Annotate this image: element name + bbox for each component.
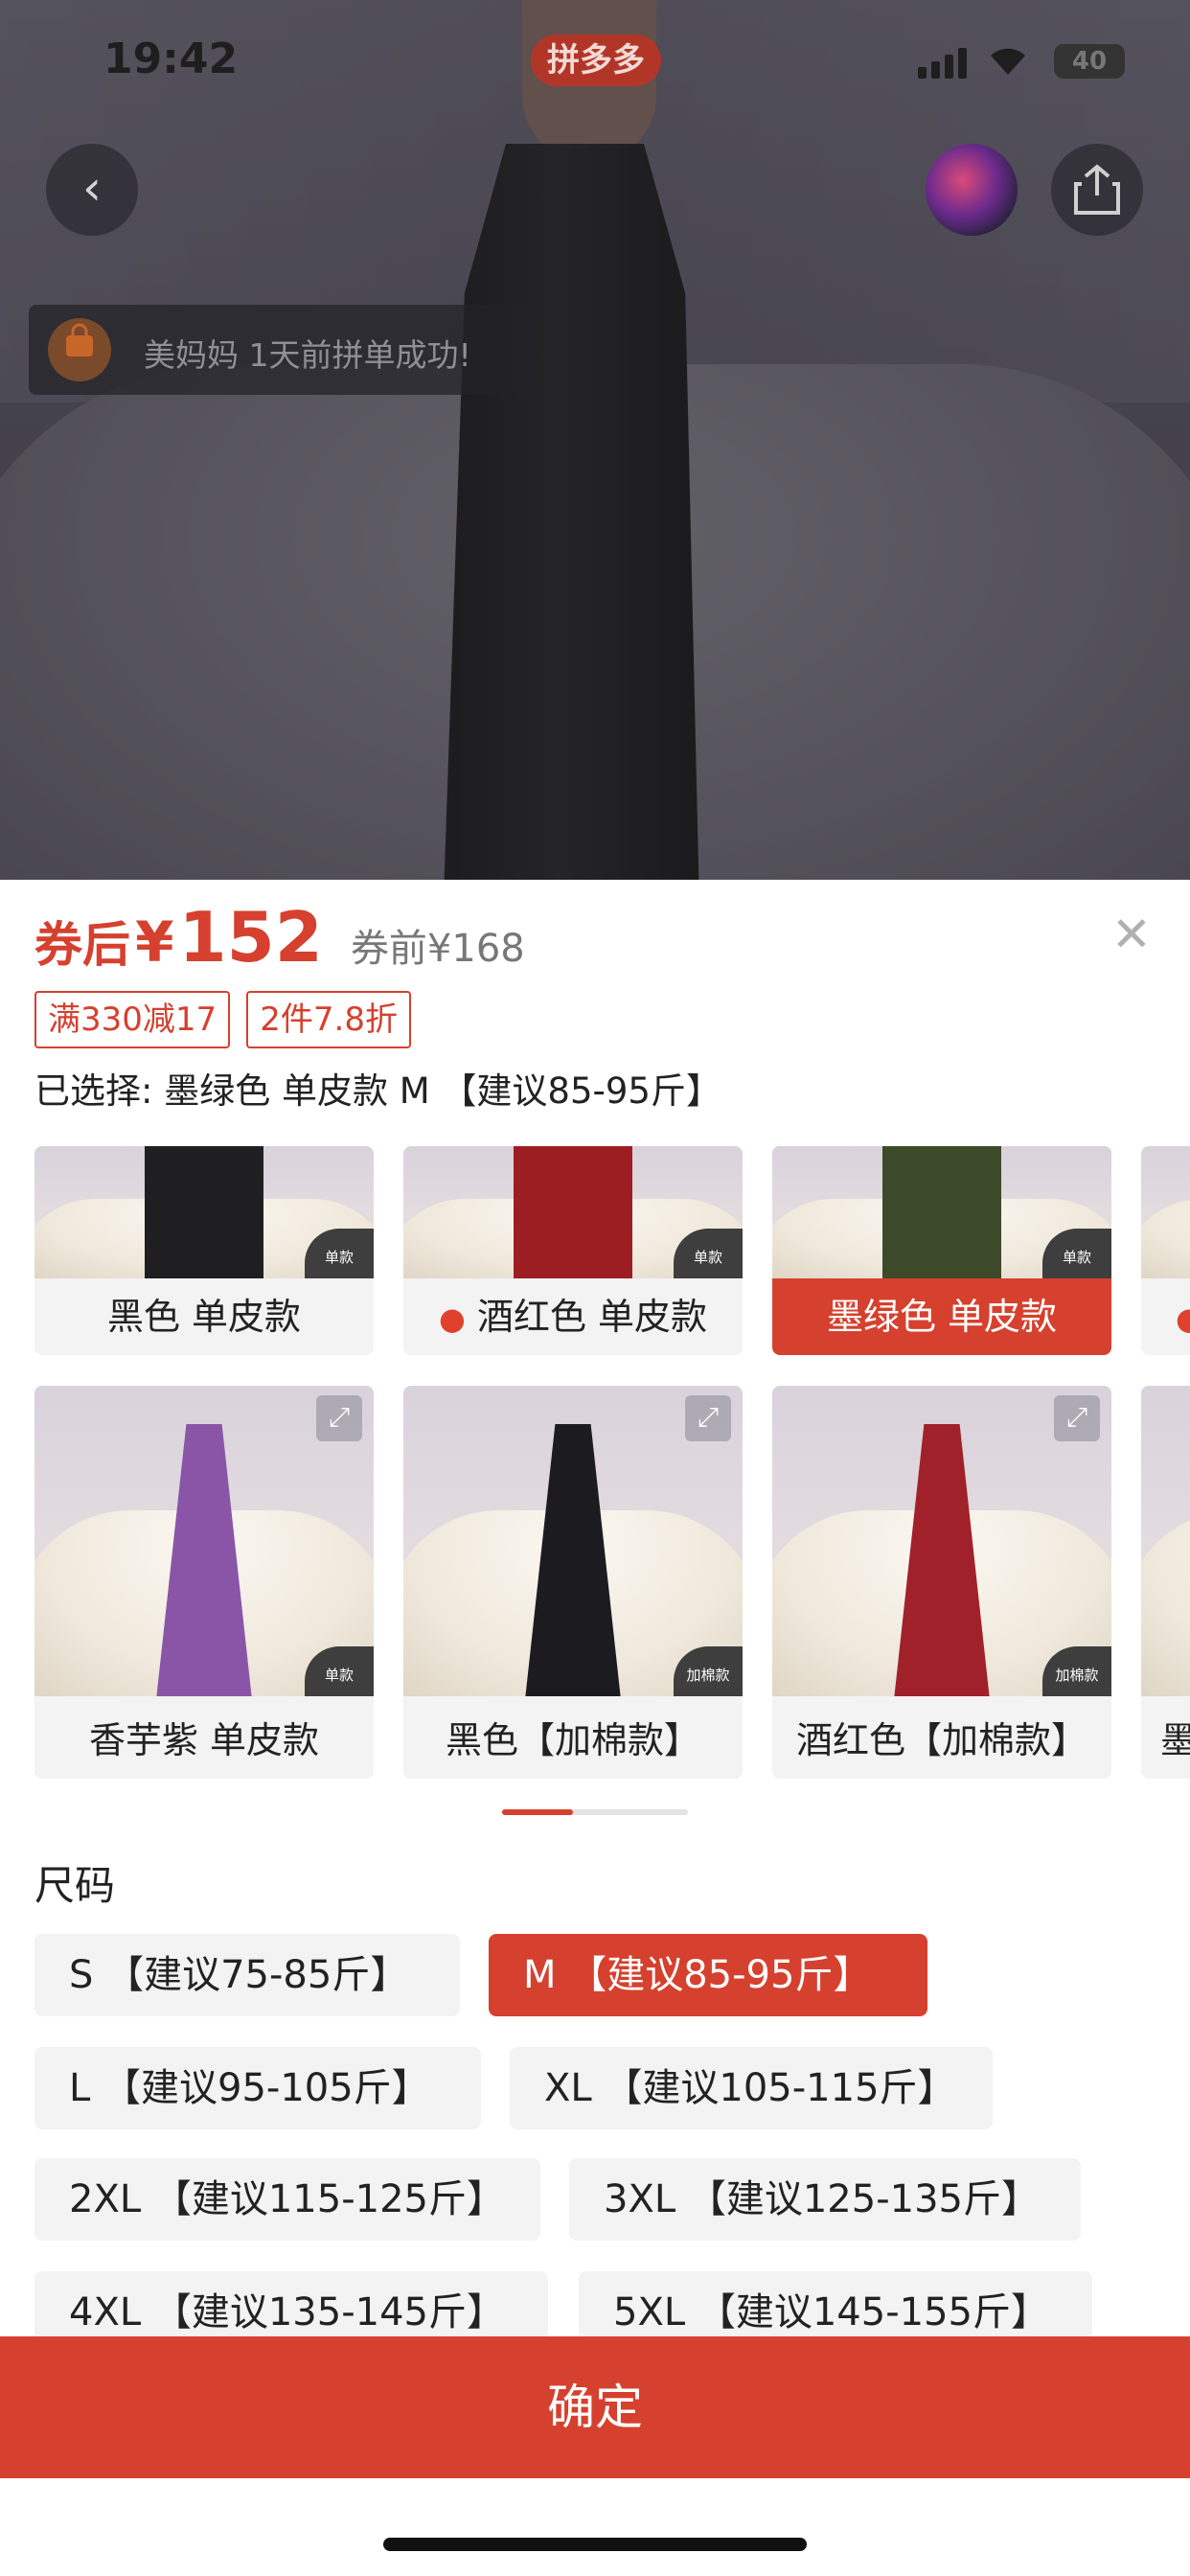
variant-card-partial[interactable]: 墨	[1141, 1386, 1190, 1779]
variant-photo: ⤢ 加棉款	[772, 1386, 1111, 1696]
variant-photo: ⤢ 单款	[34, 1386, 374, 1696]
variant-card-black-single[interactable]: 单款 黑色 单皮款	[34, 1146, 374, 1355]
sku-selector-sheet: 券后 ¥ 152 券前¥168 ✕ 满330减17 2件7.8折 已选择: 墨绿…	[0, 880, 1190, 2576]
before-coupon-price: 券前¥168	[350, 927, 525, 971]
shopping-bag-icon	[48, 318, 111, 381]
promo-tags: 满330减17 2件7.8折	[34, 991, 423, 1048]
variant-card-red-single[interactable]: 单款 ● 酒红色 单皮款	[403, 1146, 743, 1355]
toast-message: 美妈妈 1天前拼单成功!	[144, 336, 471, 374]
size-option-l[interactable]: L 【建议95-105斤】	[34, 2047, 481, 2129]
size-section-title: 尺码	[34, 1862, 116, 1909]
back-button[interactable]: ‹	[46, 144, 138, 236]
variant-label: 酒红色【加棉款】	[795, 1719, 1087, 1761]
variant-label: 墨	[1160, 1719, 1190, 1761]
home-indicator	[383, 2538, 807, 2551]
chevron-left-icon: ‹	[82, 160, 102, 216]
variant-photo: ⤢ 加棉款	[403, 1386, 743, 1696]
status-time: 19:42	[103, 34, 239, 83]
scroll-indicator	[502, 1809, 688, 1815]
size-option-2xl[interactable]: 2XL 【建议115-125斤】	[34, 2158, 540, 2241]
assistant-orb-icon[interactable]	[926, 144, 1018, 236]
variant-photo: 单款	[772, 1146, 1111, 1278]
promo-tag: 2件7.8折	[246, 991, 411, 1048]
variant-label: 香芋紫 单皮款	[88, 1719, 320, 1761]
cellular-signal-icon	[918, 46, 970, 79]
hot-fire-icon: ●	[1176, 1300, 1190, 1337]
variant-label: 墨绿色 单皮款	[826, 1296, 1058, 1338]
variant-label-wrap: ● 酒红色 单皮款	[403, 1278, 743, 1355]
expand-icon[interactable]: ⤢	[685, 1395, 731, 1441]
variant-card-red-padded[interactable]: ⤢ 加棉款 酒红色【加棉款】	[772, 1386, 1111, 1779]
wifi-icon	[987, 44, 1029, 85]
variant-card-green-single[interactable]: 单款 墨绿色 单皮款	[772, 1146, 1111, 1355]
group-buy-toast: 美妈妈 1天前拼单成功!	[29, 305, 535, 395]
size-option-s[interactable]: S 【建议75-85斤】	[34, 1934, 460, 2016]
price-row: 券后 ¥ 152 券前¥168	[34, 897, 525, 978]
product-image	[0, 0, 1190, 880]
share-button[interactable]	[1051, 144, 1143, 236]
dim-overlay[interactable]	[0, 0, 1190, 880]
size-option-m[interactable]: M 【建议85-95斤】	[489, 1934, 927, 2016]
variant-photo: 单款	[34, 1146, 374, 1278]
expand-icon[interactable]: ⤢	[1054, 1395, 1100, 1441]
status-bar: 19:42 拼多多 40	[0, 0, 1190, 125]
expand-icon[interactable]: ⤢	[316, 1395, 362, 1441]
confirm-button[interactable]: 确定	[0, 2336, 1190, 2478]
close-button[interactable]: ✕	[1111, 907, 1152, 962]
share-icon	[1074, 164, 1120, 215]
variant-photo: 单款	[403, 1146, 743, 1278]
currency-symbol: ¥	[135, 909, 174, 975]
close-icon: ✕	[1111, 907, 1152, 962]
app-badge: 拼多多	[531, 34, 661, 86]
variant-label: 酒红色 单皮款	[476, 1296, 708, 1338]
hot-fire-icon: ●	[438, 1300, 466, 1337]
size-option-3xl[interactable]: 3XL 【建议125-135斤】	[569, 2158, 1081, 2241]
battery-icon: 40	[1054, 44, 1125, 79]
size-option-xl[interactable]: XL 【建议105-115斤】	[510, 2047, 993, 2129]
selected-summary: 已选择: 墨绿色 单皮款 M 【建议85-95斤】	[34, 1070, 721, 1112]
variant-label: 黑色【加棉款】	[445, 1719, 700, 1761]
promo-tag: 满330减17	[34, 991, 231, 1048]
variant-card-purple-single[interactable]: ⤢ 单款 香芋紫 单皮款	[34, 1386, 374, 1779]
variant-label: 黑色 单皮款	[106, 1296, 302, 1338]
after-coupon-price: 152	[178, 897, 323, 978]
variant-card-black-padded[interactable]: ⤢ 加棉款 黑色【加棉款】	[403, 1386, 743, 1779]
variant-card-partial[interactable]: ●	[1141, 1146, 1190, 1355]
after-coupon-label: 券后	[34, 917, 130, 973]
